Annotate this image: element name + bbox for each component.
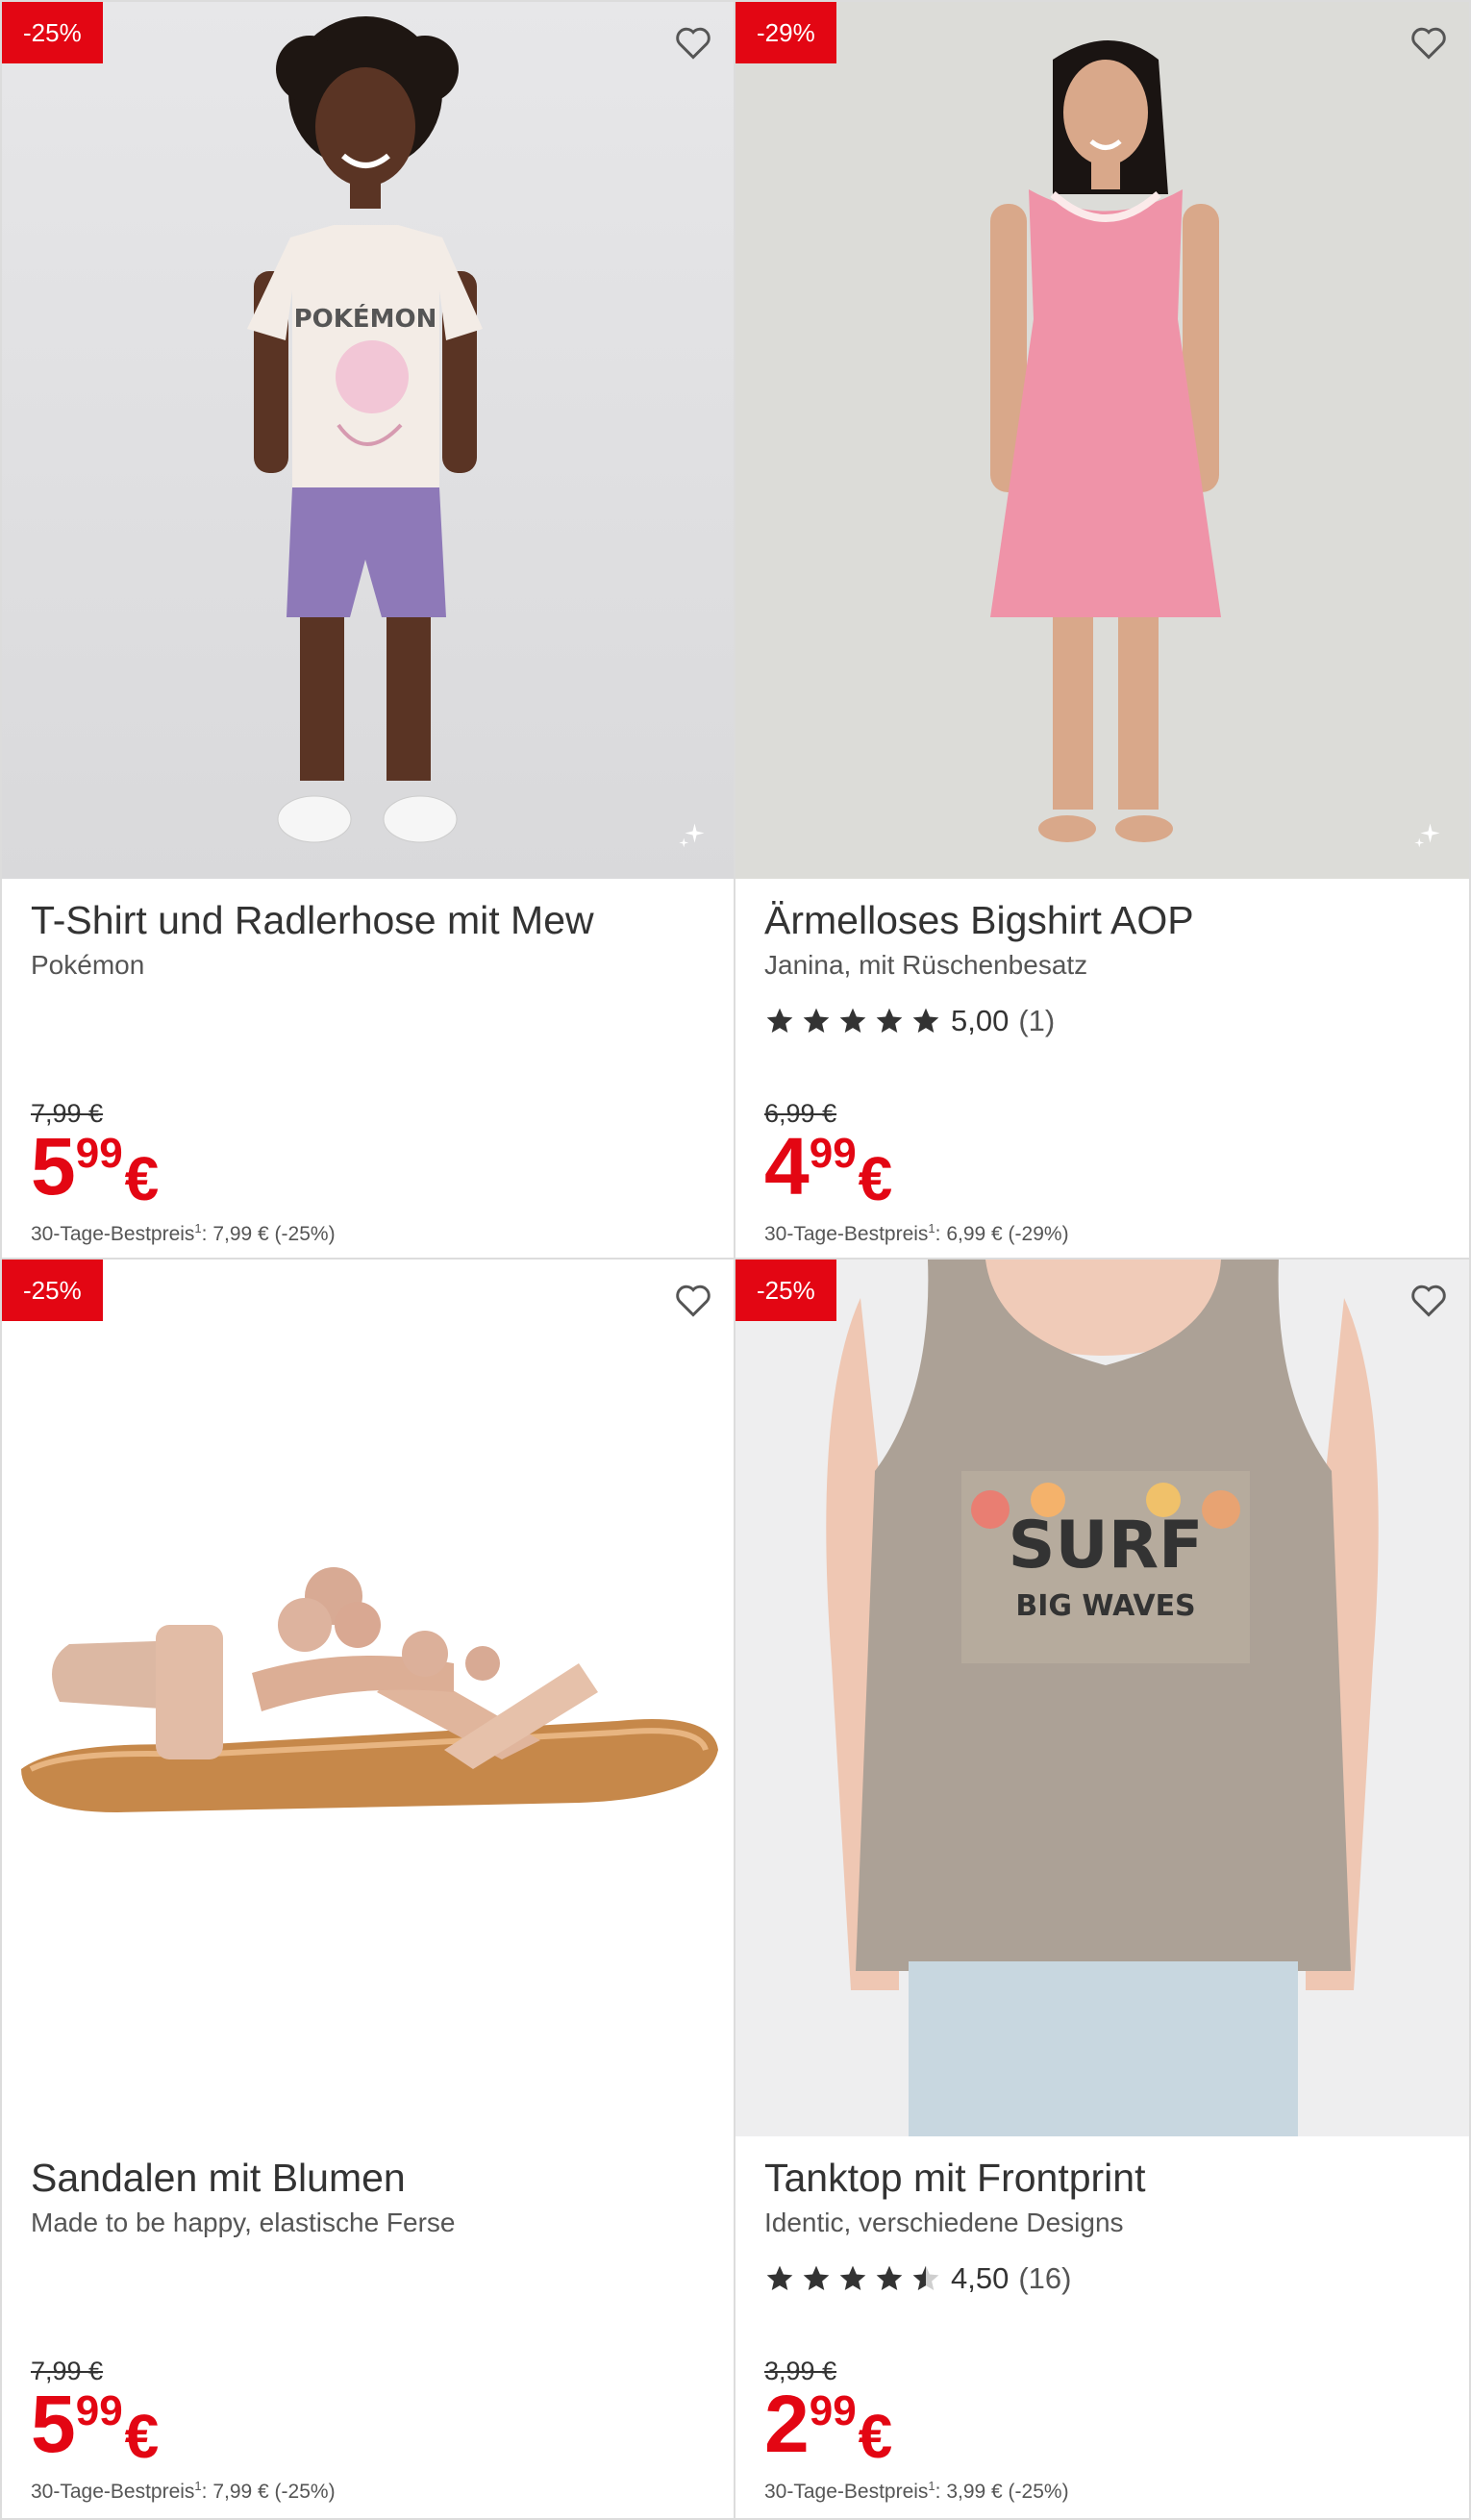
price-currency: € [124,2402,160,2471]
rating-stars [764,2263,941,2294]
price-integer: 2 [764,2379,810,2469]
price-block: 3,99 € 2 99 € 30-Tage-Bestpreis1: 3,99 €… [764,2356,1069,2504]
price-currency: € [124,1144,160,1213]
product-image[interactable] [736,2,1469,879]
product-subtitle: Janina, mit Rüschenbesatz [764,950,1088,980]
star-icon [912,1008,939,1033]
product-title[interactable]: T-Shirt und Radlerhose mit Mew [31,896,705,944]
price-integer: 5 [31,2379,76,2469]
sparkle-icon [1414,823,1440,848]
print-text-big-waves: BIG WAVES [1015,1589,1195,1623]
price-decimal: 99 [809,1130,857,1177]
product-card[interactable]: -29% Ärmelloses Bigshirt AOP Janina, mit… [736,0,1471,1260]
half-star-icon [912,2265,939,2290]
product-grid: POKÉMON -25% T-Shirt und Radlerhose mit … [0,0,1471,2520]
best-price-label: 30-Tage-Bestpreis [31,2481,195,2503]
print-text-surf: SURF [1008,1508,1203,1584]
product-rating[interactable]: 4,50 (16) [764,2261,1440,2296]
product-subtitle: Made to be happy, elastische Ferse [31,2208,456,2237]
current-price: 5 99 € [31,1121,336,1213]
rating-value: 5,00 [951,1004,1010,1037]
product-info: Ärmelloses Bigshirt AOP Janina, mit Rüsc… [764,896,1440,1038]
best-price-note: 30-Tage-Bestpreis1: 7,99 € (-25%) [31,2479,336,2504]
product-image[interactable]: POKÉMON [2,2,734,879]
star-icon [876,2265,903,2290]
rating-count: (16) [1018,2261,1072,2295]
product-subtitle: Identic, verschiedene Designs [764,2208,1124,2237]
product-subtitle: Pokémon [31,950,145,980]
rating-stars [764,1006,941,1036]
price-decimal: 99 [75,1130,123,1177]
discount-badge: -25% [2,1260,103,1321]
best-price-label: 30-Tage-Bestpreis [764,1223,929,1245]
best-price-value: : 6,99 € (-29%) [935,1223,1069,1245]
product-image[interactable] [2,1260,734,2136]
discount-badge: -29% [736,2,836,63]
star-icon [803,2265,830,2290]
footnote-marker: 1 [194,1221,202,1235]
rating-count: (1) [1018,1004,1056,1037]
product-info: Tanktop mit Frontprint Identic, verschie… [764,2154,1440,2296]
star-icon [876,1008,903,1033]
rating-value: 4,50 [951,2261,1010,2295]
current-price: 2 99 € [764,2379,1069,2471]
current-price: 5 99 € [31,2379,336,2471]
heart-outline-icon[interactable] [1408,21,1450,63]
best-price-value: : 3,99 € (-25%) [935,2481,1069,2503]
best-price-value: : 7,99 € (-25%) [201,2481,336,2503]
footnote-marker: 1 [194,2479,202,2493]
sparkle-icon [679,823,705,848]
price-block: 7,99 € 5 99 € 30-Tage-Bestpreis1: 7,99 €… [31,1098,336,1246]
heart-outline-icon[interactable] [672,21,714,63]
product-image[interactable]: SURF BIG WAVES [736,1260,1469,2136]
star-icon [766,1008,793,1033]
price-integer: 5 [31,1121,76,1211]
best-price-note: 30-Tage-Bestpreis1: 6,99 € (-29%) [764,1221,1069,1246]
product-title[interactable]: Tanktop mit Frontprint [764,2154,1440,2202]
product-title[interactable]: Ärmelloses Bigshirt AOP [764,896,1440,944]
discount-badge: -25% [2,2,103,63]
star-icon [839,2265,866,2290]
product-info: T-Shirt und Radlerhose mit Mew Pokémon [31,896,705,983]
old-price: 7,99 € [31,2357,104,2385]
footnote-marker: 1 [928,2479,935,2493]
price-decimal: 99 [809,2387,857,2434]
price-currency: € [858,2402,893,2471]
footnote-marker: 1 [928,1221,935,1235]
product-rating[interactable]: 5,00 (1) [764,1004,1440,1038]
heart-outline-icon[interactable] [672,1279,714,1321]
old-price: 7,99 € [31,1099,104,1128]
product-card[interactable]: POKÉMON -25% T-Shirt und Radlerhose mit … [0,0,736,1260]
best-price-note: 30-Tage-Bestpreis1: 3,99 € (-25%) [764,2479,1069,2504]
price-decimal: 99 [75,2387,123,2434]
product-card[interactable]: SURF BIG WAVES -25% Tanktop mit Frontpri… [736,1260,1471,2520]
price-block: 7,99 € 5 99 € 30-Tage-Bestpreis1: 7,99 €… [31,2356,336,2504]
product-info: Sandalen mit Blumen Made to be happy, el… [31,2154,705,2240]
current-price: 4 99 € [764,1121,1069,1213]
best-price-note: 30-Tage-Bestpreis1: 7,99 € (-25%) [31,1221,336,1246]
price-block: 6,99 € 4 99 € 30-Tage-Bestpreis1: 6,99 €… [764,1098,1069,1246]
product-card[interactable]: -25% Sandalen mit Blumen Made to be happ… [0,1260,736,2520]
svg-text:POKÉMON: POKÉMON [294,303,437,334]
old-price: 3,99 € [764,2357,837,2385]
discount-badge: -25% [736,1260,836,1321]
price-integer: 4 [764,1121,810,1211]
best-price-label: 30-Tage-Bestpreis [764,2481,929,2503]
best-price-value: : 7,99 € (-25%) [201,1223,336,1245]
star-icon [803,1008,830,1033]
old-price: 6,99 € [764,1099,837,1128]
price-currency: € [858,1144,893,1213]
best-price-label: 30-Tage-Bestpreis [31,1223,195,1245]
star-icon [839,1008,866,1033]
heart-outline-icon[interactable] [1408,1279,1450,1321]
star-icon [766,2265,793,2290]
product-title[interactable]: Sandalen mit Blumen [31,2154,705,2202]
